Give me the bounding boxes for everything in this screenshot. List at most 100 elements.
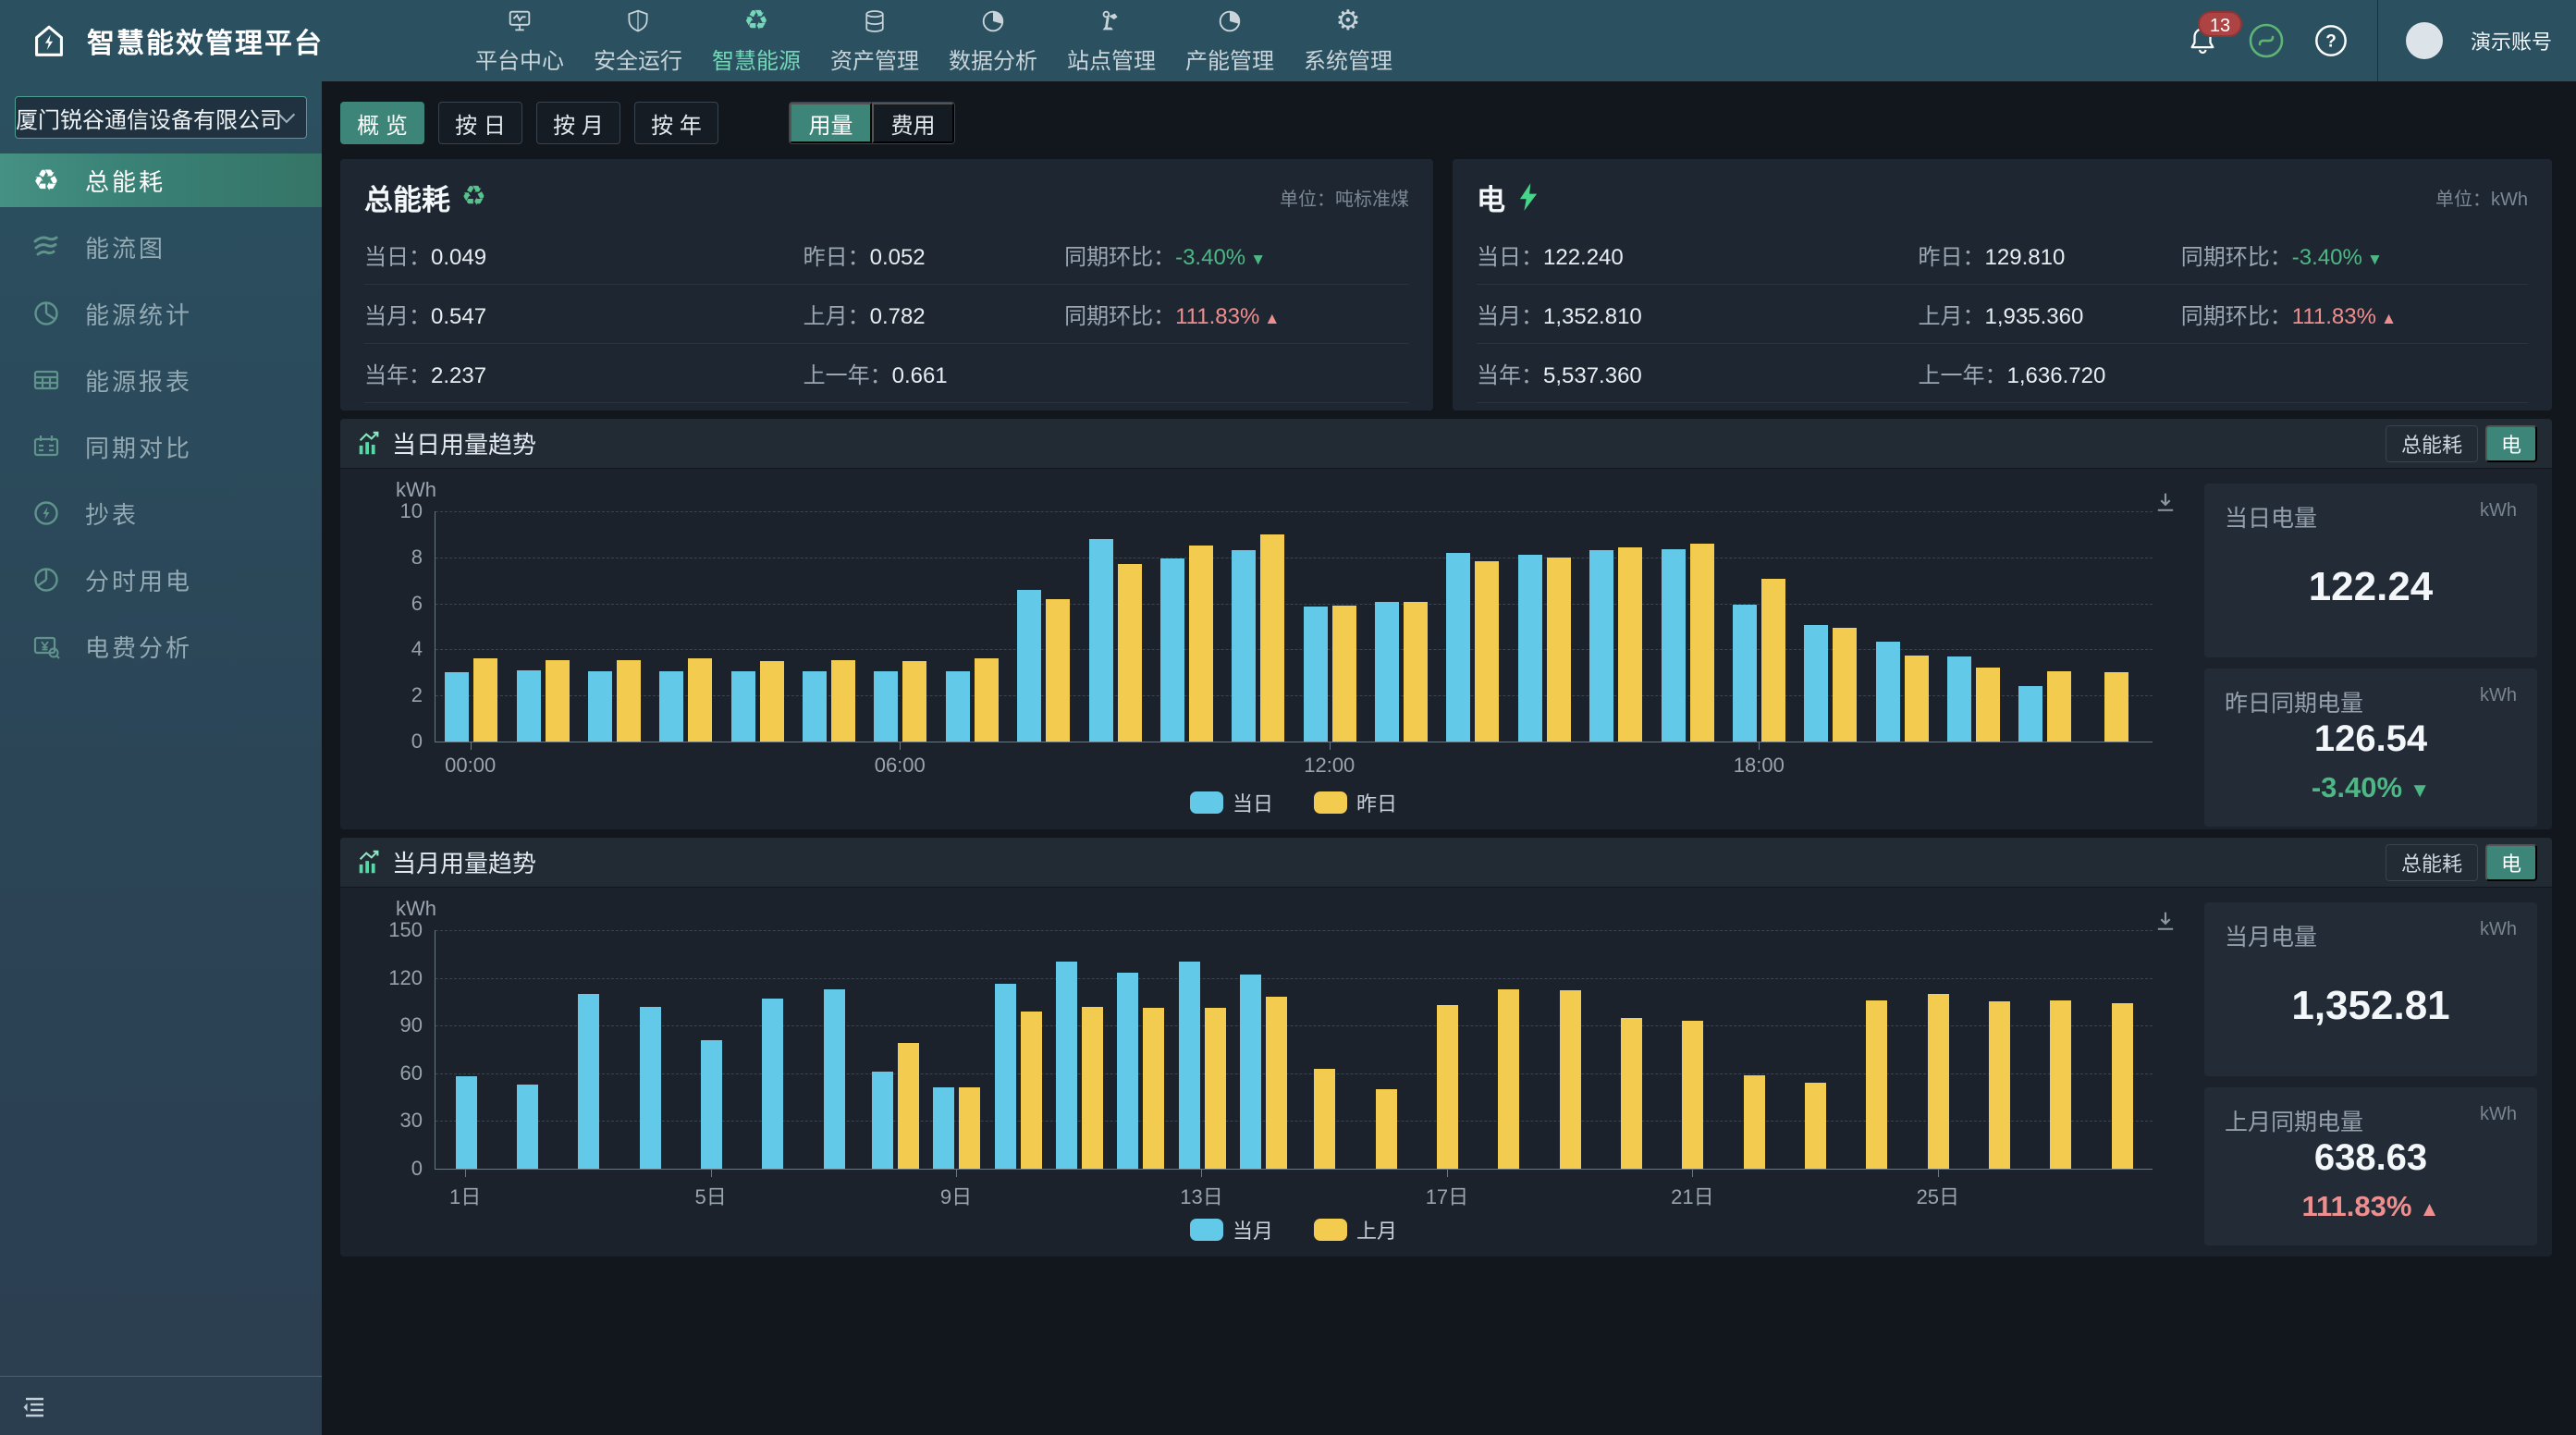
help-button[interactable]: ? xyxy=(2312,22,2349,59)
tab-by-day[interactable]: 按 日 xyxy=(438,102,522,144)
legend-swatch xyxy=(1314,791,1347,814)
bar-昨日 xyxy=(1260,534,1284,742)
bar-当日 xyxy=(659,671,683,742)
bar-slot xyxy=(435,511,507,742)
nav-item-smart-energy[interactable]: ♻ 智慧能源 xyxy=(697,0,816,81)
sidebar-item-energy-flow[interactable]: 能流图 xyxy=(0,220,322,274)
x-axis: 1日5日9日13日17日21日25日 xyxy=(435,1170,2153,1203)
top-navigation: 智慧能效管理平台 平台中心 安全运行 ♻ 智慧能源 资产管理 数据分析 站点管理 xyxy=(0,0,2576,81)
nav-item-data-analysis[interactable]: 数据分析 xyxy=(934,0,1052,81)
x-tick xyxy=(865,1170,926,1203)
bar-上月 xyxy=(2112,1003,2133,1169)
y-tick-label: 0 xyxy=(411,730,423,754)
trend-chart-icon xyxy=(355,849,383,877)
monthly-usage-chart[interactable]: kWh 0306090120150 1日5日9日13日17日21日25日 当月 … xyxy=(346,888,2184,1257)
bar-上月 xyxy=(1205,1008,1226,1169)
panel-title: 当月用量趋势 xyxy=(392,845,536,879)
bar-slot xyxy=(803,930,865,1169)
app-title: 智慧能效管理平台 xyxy=(87,20,324,61)
legend-item-yesterday[interactable]: 昨日 xyxy=(1314,788,1397,817)
sidebar-item-energy-statistics[interactable]: 能源统计 xyxy=(0,287,322,340)
bar-上月 xyxy=(1143,1008,1164,1169)
sidebar-item-energy-report[interactable]: 能源报表 xyxy=(0,353,322,407)
sidebar-item-time-of-use[interactable]: 分时用电 xyxy=(0,553,322,607)
x-tick xyxy=(558,1170,619,1203)
x-tick xyxy=(742,1170,803,1203)
bar-slot xyxy=(1355,930,1417,1169)
daily-electricity-button[interactable]: 电 xyxy=(2485,425,2537,462)
bar-昨日 xyxy=(1690,544,1714,742)
report-table-icon xyxy=(30,365,63,395)
bar-slot xyxy=(1785,930,1846,1169)
bar-slot xyxy=(1171,930,1233,1169)
nav-item-site-management[interactable]: 站点管理 xyxy=(1052,0,1171,81)
user-avatar[interactable] xyxy=(2406,22,2443,59)
daily-stats: 当日电量 kWh 122.24 昨日同期电量 kWh 126.54 -3.40% xyxy=(2204,484,2537,818)
bar-昨日 xyxy=(2047,671,2071,742)
bar-slot xyxy=(865,511,936,742)
legend-item-this-month[interactable]: 当月 xyxy=(1190,1215,1273,1245)
main-content: 概 览 按 日 按 月 按 年 用量 费用 总能耗 ♻ 单位：吨标准煤 当日0.… xyxy=(322,81,2576,1435)
bar-slot xyxy=(1539,930,1601,1169)
notifications-button[interactable]: 13 xyxy=(2187,24,2220,57)
sidebar-item-meter-reading[interactable]: 抄表 xyxy=(0,486,322,540)
main-nav: 平台中心 安全运行 ♻ 智慧能源 资产管理 数据分析 站点管理 产能管理 ⚙ 系… xyxy=(460,0,1407,81)
unit-label: 单位：kWh xyxy=(2435,184,2528,211)
sidebar-item-cost-analysis[interactable]: 电费分析 xyxy=(0,619,322,673)
brand: 智慧能效管理平台 xyxy=(28,0,324,81)
cost-analysis-icon xyxy=(30,632,63,661)
bar-slot xyxy=(1969,930,2030,1169)
monthly-total-energy-button[interactable]: 总能耗 xyxy=(2386,844,2478,881)
daily-usage-chart[interactable]: kWh 0246810 00:0006:0012:0018:00 当日 昨日 xyxy=(346,469,2184,829)
x-tick: 18:00 xyxy=(1723,742,1795,776)
yesterday-energy-stat-card: 昨日同期电量 kWh 126.54 -3.40% xyxy=(2204,668,2537,827)
toggle-usage[interactable]: 用量 xyxy=(790,103,872,143)
bar-当月 xyxy=(1179,962,1200,1169)
month-energy-stat-card: 当月电量 kWh 1,352.81 xyxy=(2204,902,2537,1076)
monthly-stats: 当月电量 kWh 1,352.81 上月同期电量 kWh 638.63 111.… xyxy=(2204,902,2537,1245)
bar-当日 xyxy=(517,670,541,742)
bar-昨日 xyxy=(1618,547,1642,742)
tab-overview[interactable]: 概 览 xyxy=(340,102,424,144)
bar-上月 xyxy=(1021,1012,1042,1169)
x-tick xyxy=(1846,1170,1907,1203)
stat-row: 当日0.049 昨日0.052 同期环比-3.40% xyxy=(364,226,1409,285)
daily-total-energy-button[interactable]: 总能耗 xyxy=(2386,425,2478,462)
nav-item-safe-operation[interactable]: 安全运行 xyxy=(579,0,697,81)
legend-item-today[interactable]: 当日 xyxy=(1190,788,1273,817)
bar-当月 xyxy=(456,1076,477,1169)
nav-item-platform-center[interactable]: 平台中心 xyxy=(460,0,579,81)
bar-当月 xyxy=(1056,962,1077,1169)
legend-item-last-month[interactable]: 上月 xyxy=(1314,1215,1397,1245)
nav-item-system-management[interactable]: ⚙ 系统管理 xyxy=(1289,0,1407,81)
today-energy-stat-card: 当日电量 kWh 122.24 xyxy=(2204,484,2537,657)
bar-slot xyxy=(435,930,497,1169)
bar-当月 xyxy=(824,989,845,1169)
monthly-electricity-button[interactable]: 电 xyxy=(2485,844,2537,881)
link-status-button[interactable] xyxy=(2248,22,2285,59)
x-tick xyxy=(1355,1170,1416,1203)
bar-昨日 xyxy=(760,661,784,742)
company-selector[interactable]: 厦门锐谷通信设备有限公司 xyxy=(15,96,307,139)
chart-legend: 当月 上月 xyxy=(435,1210,2153,1249)
sidebar-item-period-comparison[interactable]: 同期对比 xyxy=(0,420,322,473)
bar-上月 xyxy=(1989,1001,2010,1169)
bar-当月 xyxy=(933,1087,954,1169)
bar-slot xyxy=(793,511,865,742)
tab-by-month[interactable]: 按 月 xyxy=(536,102,620,144)
download-icon[interactable] xyxy=(2153,489,2178,515)
bar-slot xyxy=(742,930,803,1169)
x-tick xyxy=(803,1170,864,1203)
nav-item-capacity-management[interactable]: 产能管理 xyxy=(1171,0,1289,81)
tab-by-year[interactable]: 按 年 xyxy=(634,102,718,144)
nav-item-asset-management[interactable]: 资产管理 xyxy=(816,0,934,81)
download-icon[interactable] xyxy=(2153,908,2178,934)
sidebar-collapse-button[interactable] xyxy=(0,1376,322,1435)
bar-slot xyxy=(1867,511,1938,742)
toggle-cost[interactable]: 费用 xyxy=(872,103,954,143)
bar-slot xyxy=(681,930,742,1169)
bar-当月 xyxy=(1240,975,1261,1169)
sidebar-item-total-energy[interactable]: ♻ 总能耗 xyxy=(0,153,322,207)
bar-上月 xyxy=(1682,1021,1703,1169)
bar-slot xyxy=(1795,511,1866,742)
